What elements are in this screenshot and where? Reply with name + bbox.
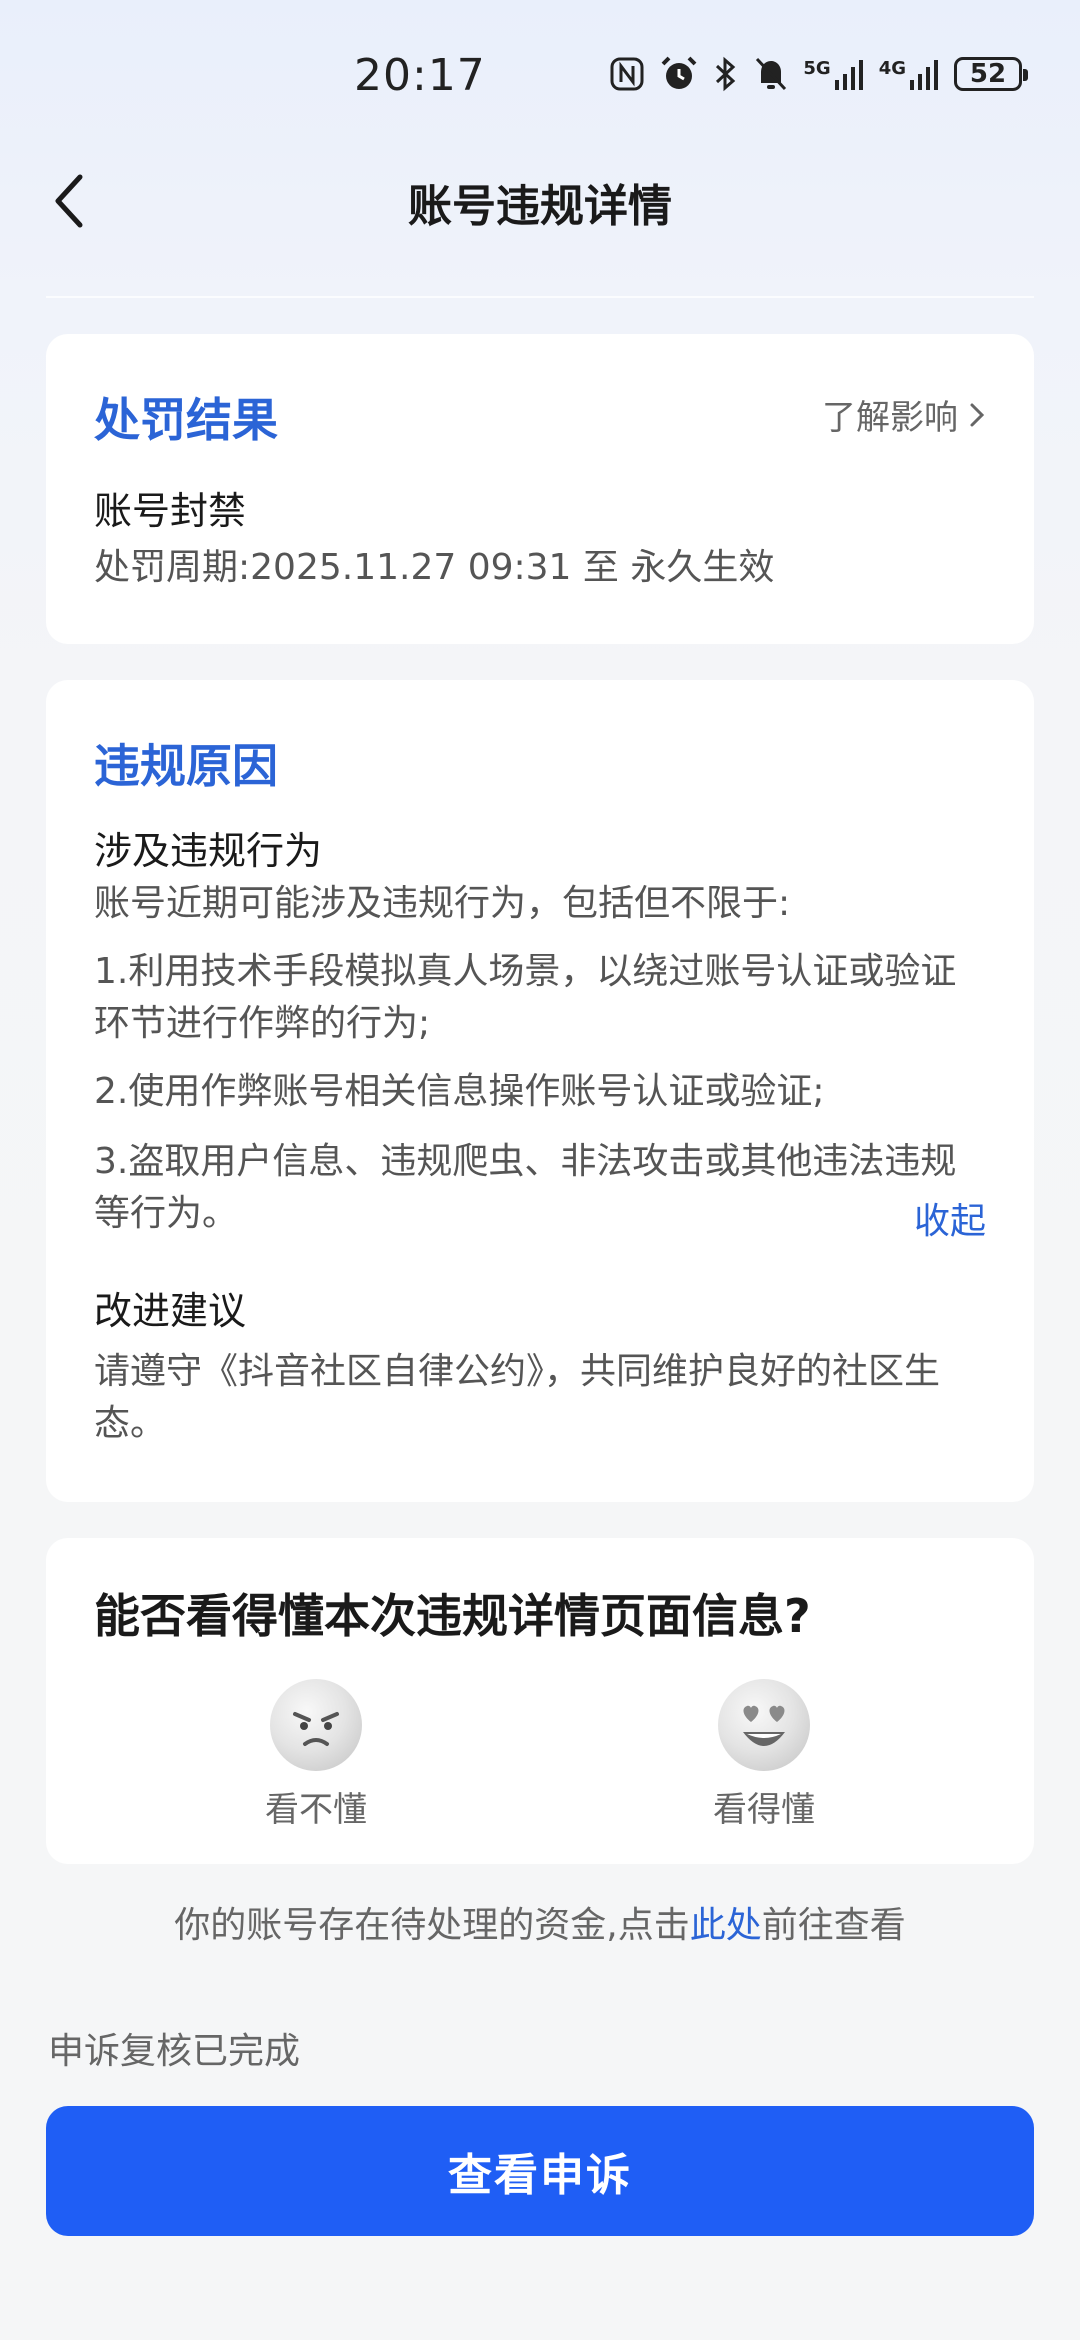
mute-icon xyxy=(756,57,787,91)
signal-5g: 5G xyxy=(803,58,864,90)
behavior-intro: 账号近期可能涉及违规行为，包括但不限于: xyxy=(94,883,791,924)
penalty-result-card: 处罚结果 了解影响 账号封禁 处罚周期:2025.11.27 09:31 至 永… xyxy=(46,334,1034,644)
bluetooth-icon xyxy=(716,56,736,92)
behavior-title: 涉及违规行为 xyxy=(94,829,323,873)
violation-item: 3.盗取用户信息、违规爬虫、非法攻击或其他违法违规等行为。 xyxy=(94,1141,957,1234)
status-time: 20:17 xyxy=(354,50,486,101)
view-appeal-button[interactable]: 查看申诉 xyxy=(46,2106,1034,2236)
nfc-icon xyxy=(610,57,644,91)
status-icons: 5G 4G 52 xyxy=(609,55,1028,93)
violation-reason-card: 违规原因 涉及违规行为 账号近期可能涉及违规行为，包括但不限于: 1.利用技术手… xyxy=(46,680,1034,1502)
violation-item: 2.使用作弊账号相关信息操作账号认证或验证; xyxy=(94,1071,825,1112)
feedback-question: 能否看得懂本次违规详情页面信息? xyxy=(94,1589,811,1643)
feedback-label: 看不懂 xyxy=(265,1790,367,1830)
improve-title: 改进建议 xyxy=(94,1289,247,1333)
status-bar: 20:17 5G 4G 52 xyxy=(0,0,1080,150)
signal-4g: 4G xyxy=(879,58,940,90)
feedback-card: 能否看得懂本次违规详情页面信息? 看不懂 看得懂 xyxy=(46,1538,1034,1864)
learn-impact-label: 了解影响 xyxy=(822,398,958,438)
network-label-4g: 4G xyxy=(878,58,906,79)
collapse-link[interactable]: 收起 xyxy=(914,1192,986,1244)
page-title: 账号违规详情 xyxy=(408,181,672,232)
heart-eyes-face-icon xyxy=(718,1679,810,1771)
view-appeal-label: 查看申诉 xyxy=(448,2150,632,2201)
chevron-right-icon xyxy=(970,403,985,426)
network-label-5g: 5G xyxy=(803,58,831,79)
confused-face-icon xyxy=(270,1679,362,1771)
funds-notice-suffix: 前往查看 xyxy=(761,1905,906,1946)
signal-bars-icon xyxy=(910,60,938,90)
nav-divider xyxy=(46,296,1034,298)
alarm-icon xyxy=(661,56,697,89)
feedback-option-not-understood[interactable]: 看不懂 xyxy=(226,1678,406,1831)
funds-link[interactable]: 此处 xyxy=(690,1905,762,1946)
penalty-result-title: 处罚结果 xyxy=(94,393,278,447)
feedback-label: 看得懂 xyxy=(713,1790,815,1830)
funds-notice: 你的账号存在待处理的资金,点击此处前往查看 xyxy=(0,1896,1080,1948)
penalty-period: 处罚周期:2025.11.27 09:31 至 永久生效 xyxy=(94,547,775,588)
battery-icon: 52 xyxy=(954,57,1028,91)
signal-bars-icon xyxy=(834,60,863,90)
funds-notice-prefix: 你的账号存在待处理的资金,点击 xyxy=(174,1905,690,1946)
appeal-status: 申诉复核已完成 xyxy=(48,2031,301,2072)
penalty-type: 账号封禁 xyxy=(94,489,247,533)
feedback-option-understood[interactable]: 看得懂 xyxy=(674,1678,854,1831)
violation-item: 1.利用技术手段模拟真人场景，以绕过账号认证或验证环节进行作弊的行为; xyxy=(94,951,957,1044)
violation-reason-title: 违规原因 xyxy=(94,739,278,793)
battery-level: 52 xyxy=(969,59,1007,89)
improve-text: 请遵守《抖音社区自律公约》，共同维护良好的社区生态。 xyxy=(94,1351,941,1444)
learn-impact-link[interactable]: 了解影响 xyxy=(822,390,986,439)
